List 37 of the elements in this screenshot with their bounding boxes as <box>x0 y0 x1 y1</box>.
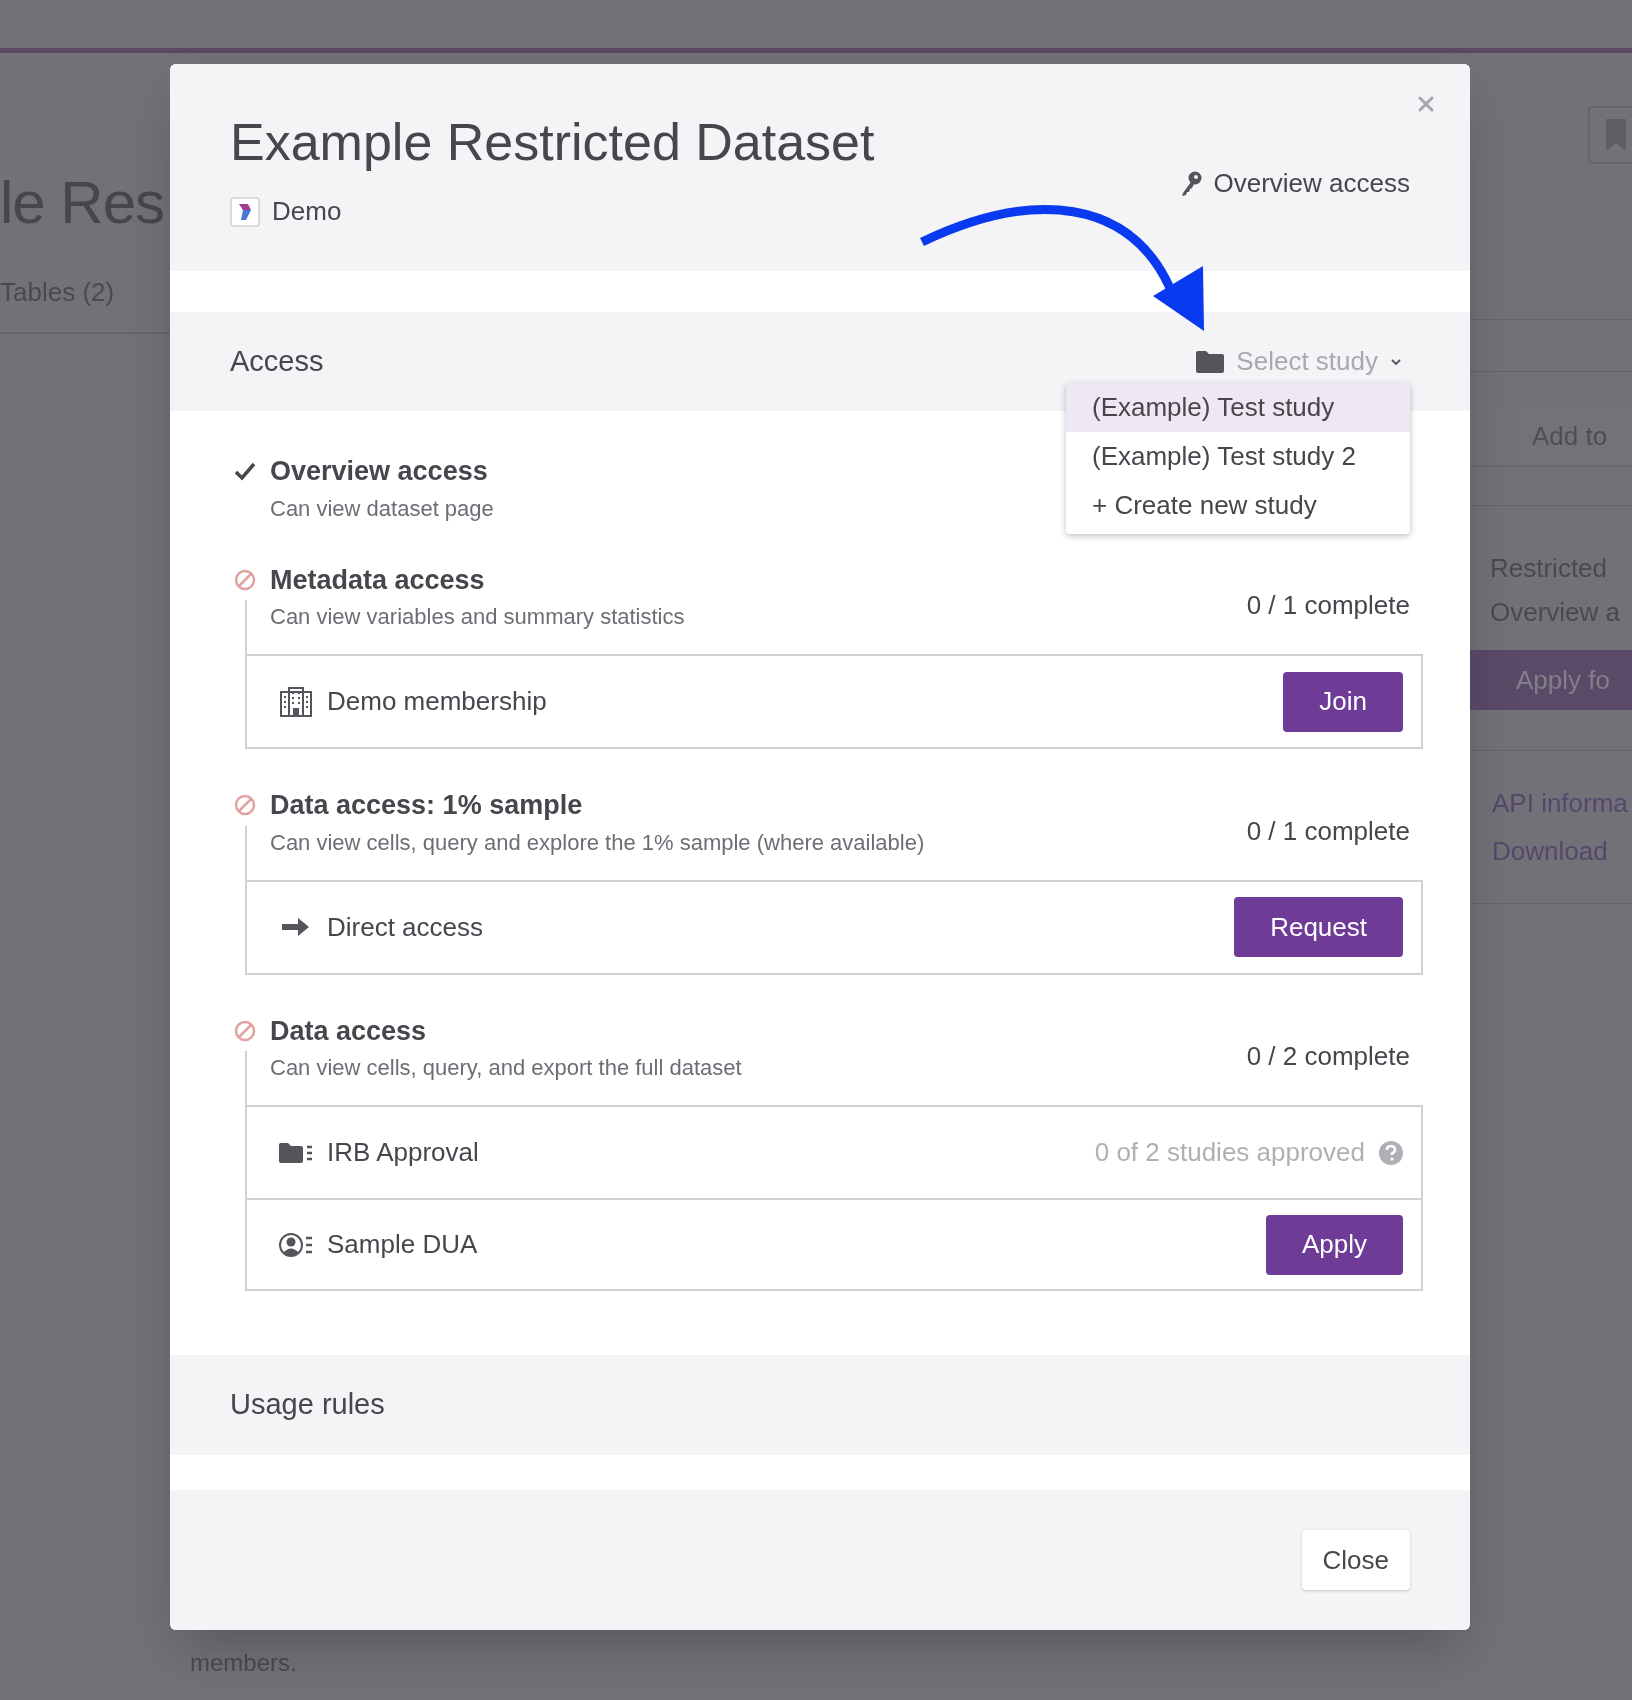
building-icon <box>280 686 312 717</box>
dialog-title: Example Restricted Dataset <box>230 114 875 170</box>
person-list-icon <box>279 1231 313 1258</box>
access-level-description: Can view variables and summary statistics <box>270 603 685 631</box>
access-level-description: Can view cells, query and explore the 1% sample (where available) <box>270 828 925 857</box>
access-level-name: Data access: 1% sample <box>270 789 583 822</box>
access-level-name: Data access <box>270 1014 427 1048</box>
requirement-label: Demo membership <box>327 685 547 718</box>
progress-text: 0 / 2 complete <box>1246 1040 1410 1073</box>
folder-list-icon <box>279 1142 313 1163</box>
requirement-label: Direct access <box>327 910 484 944</box>
action-button[interactable]: Apply <box>1265 1214 1403 1275</box>
progress-text: 0 / 1 complete <box>1246 589 1410 622</box>
requirement-label: IRB Approval <box>327 1136 479 1169</box>
dropdown-item[interactable]: + Create new study <box>1066 481 1410 530</box>
dropdown-item[interactable]: (Example) Test study <box>1066 383 1410 432</box>
section-heading: Access <box>230 343 324 379</box>
requirement-label: Sample DUA <box>327 1228 478 1261</box>
current-access-label: Overview access <box>1213 167 1410 200</box>
status-text: 0 of 2 studies approved <box>1094 1136 1365 1169</box>
close-button[interactable]: Close <box>1301 1530 1410 1590</box>
folder-icon <box>1196 350 1225 373</box>
dropdown-item[interactable]: (Example) Test study 2 <box>1066 432 1410 481</box>
access-level-description: Can view cells, query, and export the full dataset <box>270 1054 742 1082</box>
access-level-name: Overview access <box>270 455 488 488</box>
action-button[interactable]: Join <box>1283 671 1403 732</box>
help-icon[interactable] <box>1379 1140 1403 1165</box>
caret-icon <box>1390 357 1402 366</box>
organization-logo-icon <box>230 196 260 227</box>
key-icon <box>1179 170 1202 197</box>
progress-text: 0 / 1 complete <box>1246 814 1410 848</box>
access-level-description: Can view dataset page <box>270 494 494 523</box>
organization-name: Demo <box>272 195 342 228</box>
arrow-right-icon <box>282 917 310 937</box>
action-button[interactable]: Request <box>1234 897 1403 957</box>
section-heading: Usage rules <box>230 1387 385 1423</box>
access-level-name: Metadata access <box>270 563 485 597</box>
